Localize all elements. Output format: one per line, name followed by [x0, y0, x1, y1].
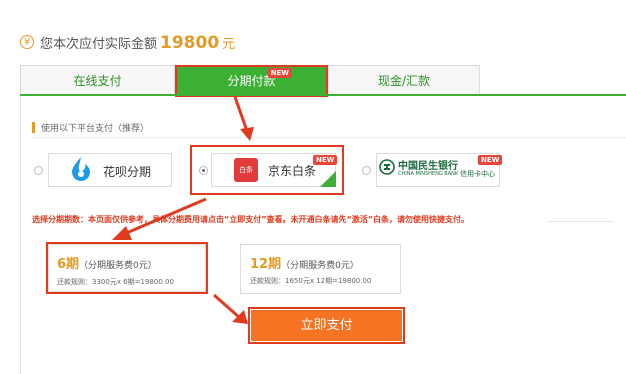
section-divider [32, 137, 626, 138]
tab-cash-transfer[interactable]: 现金/汇款 [328, 65, 480, 95]
plan-fee: （分期服务费0元） [79, 261, 157, 271]
jd-baitiao-logo-icon: 白条 [234, 158, 258, 182]
plan-periods: 6期 [57, 257, 80, 272]
new-badge: NEW [478, 155, 503, 165]
huabei-logo-icon [72, 157, 90, 181]
new-badge: NEW [267, 68, 292, 78]
arrow-down-icon [233, 96, 254, 141]
plan-fee: （分期服务费0元） [281, 261, 359, 271]
platform-sublabel: 信用卡中心 [460, 170, 495, 178]
cmbc-logo-icon [379, 159, 395, 175]
platform-label-en: CHINA MINSHENG BANK [398, 171, 459, 177]
section-marker [32, 122, 35, 133]
platform-label: 花呗分期 [103, 165, 152, 179]
tab-label: 现金/汇款 [377, 74, 431, 88]
pay-now-button[interactable]: 立即支付 [251, 310, 402, 341]
amount-unit: 元 [222, 37, 236, 52]
radio-huabei[interactable] [34, 166, 43, 175]
amount-label: 您本次应付实际金额 [40, 37, 158, 52]
new-badge: NEW [313, 155, 338, 165]
plan-6-periods[interactable]: 6期（分期服务费0元） 还款规则：3300元x 6期=19800.00 [48, 244, 206, 292]
platform-label: 京东白条 [268, 164, 317, 178]
plan-periods: 12期 [250, 257, 282, 272]
notice-divider [548, 221, 614, 222]
radio-cmbc[interactable] [362, 166, 371, 175]
plan-title: 6期（分期服务费0元） [57, 253, 157, 272]
selected-corner-mark [320, 171, 336, 187]
amount-summary: 您本次应付实际金额 19800 元 [40, 33, 235, 53]
tab-installment[interactable]: 分期付款 NEW [175, 65, 328, 97]
tab-online-payment[interactable]: 在线支付 [20, 65, 175, 95]
plan-title: 12期（分期服务费0元） [250, 253, 359, 272]
plan-rule: 还款规则：1650元x 12期=19800.00 [250, 277, 372, 285]
tab-label: 在线支付 [73, 74, 122, 88]
plan-12-periods[interactable]: 12期（分期服务费0元） 还款规则：1650元x 12期=19800.00 [240, 244, 401, 294]
arrow-down-left-icon [112, 197, 207, 240]
platform-label: 中国民生银行 [398, 161, 458, 172]
amount-value: 19800 [160, 33, 220, 53]
tabs-underline [20, 94, 626, 96]
plan-rule: 还款规则：3300元x 6期=19800.00 [57, 278, 174, 286]
yen-icon: ¥ [20, 35, 34, 49]
content-border [20, 96, 21, 374]
section-title: 使用以下平台支付（推荐） [41, 124, 150, 134]
